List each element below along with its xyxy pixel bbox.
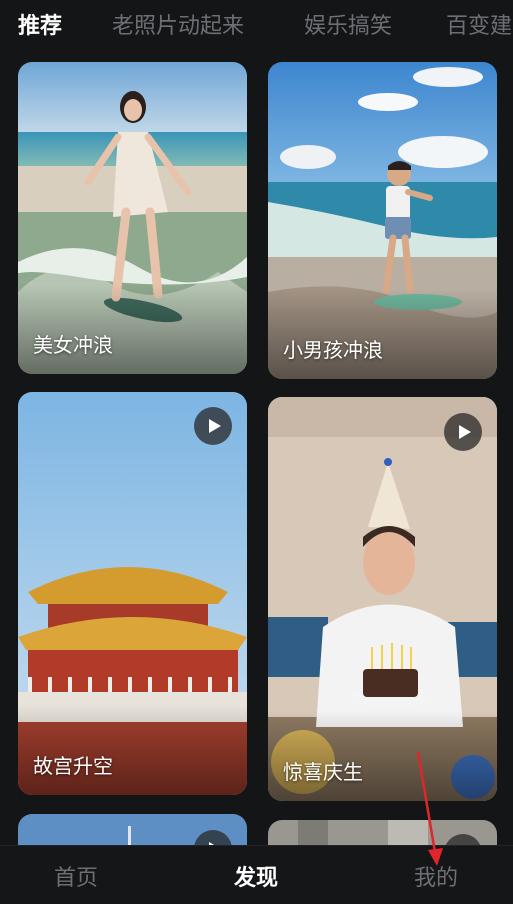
video-card[interactable]: 惊喜庆生 — [268, 397, 497, 801]
card-title: 故宫升空 — [33, 754, 113, 778]
bottom-navigation: 首页 发现 我的 — [0, 845, 513, 904]
tab-recommend[interactable]: 推荐 — [18, 12, 62, 42]
tab-old-photo-animate[interactable]: 老照片动起来 — [112, 12, 244, 42]
nav-home[interactable]: 首页 — [54, 864, 98, 894]
play-icon — [194, 407, 232, 445]
video-card[interactable]: 小男孩冲浪 — [268, 62, 497, 379]
nav-discover[interactable]: 发现 — [234, 864, 278, 894]
card-title: 小男孩冲浪 — [283, 338, 383, 362]
video-card[interactable]: 美女冲浪 — [18, 62, 247, 374]
nav-mine[interactable]: 我的 — [414, 864, 458, 894]
tab-entertainment-funny[interactable]: 娱乐搞笑 — [304, 12, 392, 42]
card-title: 惊喜庆生 — [283, 760, 363, 784]
category-tabs: 推荐 老照片动起来 娱乐搞笑 百变建 — [0, 0, 513, 56]
video-card[interactable]: 故宫升空 — [18, 392, 247, 795]
card-title: 美女冲浪 — [33, 333, 113, 357]
tab-transform[interactable]: 百变建 — [446, 12, 512, 42]
play-icon — [444, 413, 482, 451]
